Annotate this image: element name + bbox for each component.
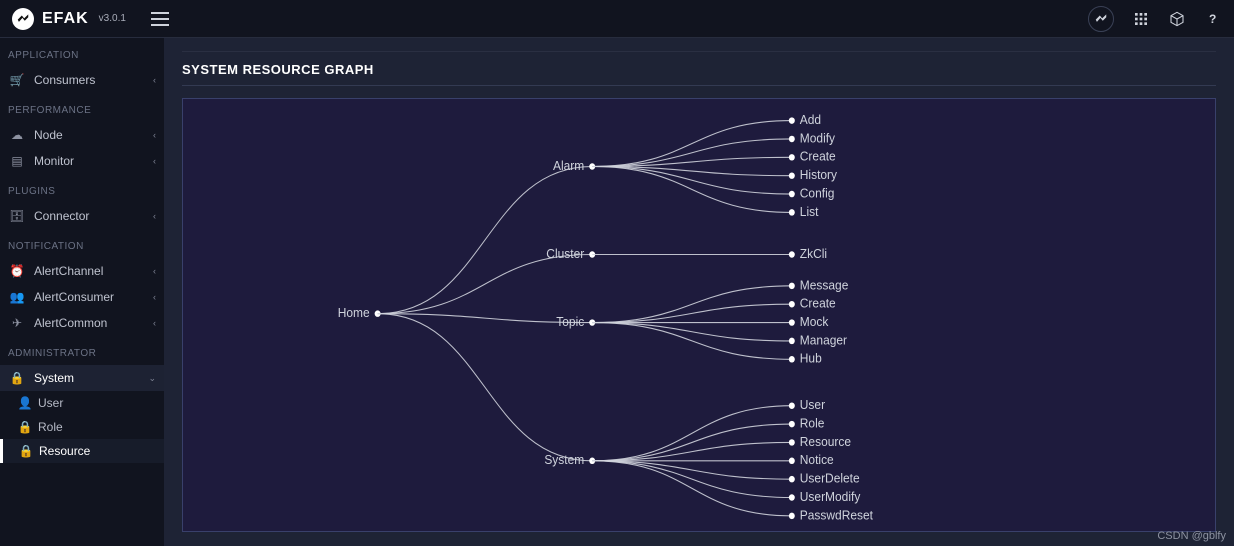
svg-text:Manager: Manager	[800, 333, 847, 348]
menu-label: AlertChannel	[34, 264, 103, 278]
sidebar-item-alertchannel[interactable]: ⏰ AlertChannel ‹	[0, 258, 164, 284]
card-title: SYSTEM RESOURCE GRAPH	[182, 62, 1216, 86]
svg-text:Create: Create	[800, 149, 836, 164]
menu-label: Node	[34, 128, 63, 142]
menu-label: Role	[38, 420, 63, 434]
menu-section: NOTIFICATION	[0, 229, 164, 258]
menu-section: APPLICATION	[0, 38, 164, 67]
menu-label: Connector	[34, 209, 89, 223]
sidebar-item-alertcommon[interactable]: ✈ AlertCommon ‹	[0, 310, 164, 336]
svg-text:Create: Create	[800, 296, 836, 311]
svg-text:User: User	[800, 398, 825, 413]
svg-text:UserDelete: UserDelete	[800, 471, 860, 486]
menu-section: ADMINISTRATOR	[0, 336, 164, 365]
menu-icon: ▤	[8, 154, 26, 168]
sidebar-item-monitor[interactable]: ▤ Monitor ‹	[0, 148, 164, 174]
menu-icon: 🛒	[8, 73, 26, 87]
grid-icon[interactable]	[1132, 10, 1150, 28]
sidebar-item-connector[interactable]: 🗄 Connector ‹	[0, 203, 164, 229]
menu-label: Resource	[39, 444, 90, 458]
svg-text:ZkCli: ZkCli	[800, 247, 827, 262]
svg-text:Topic: Topic	[556, 315, 584, 330]
menu-section: PERFORMANCE	[0, 93, 164, 122]
topbar-right: ?	[1088, 6, 1222, 32]
help-icon[interactable]: ?	[1204, 10, 1222, 28]
svg-text:Alarm: Alarm	[553, 158, 584, 173]
sidebar-item-system[interactable]: 🔒 System ⌄	[0, 365, 164, 391]
brand: EFAK v3.0.1	[12, 7, 172, 31]
brand-name: EFAK	[42, 10, 89, 28]
svg-text:Add: Add	[800, 113, 821, 128]
menu-icon: ⏰	[8, 264, 26, 278]
chevron-icon: ⌄	[148, 373, 156, 384]
svg-text:Mock: Mock	[800, 315, 829, 330]
resource-graph: Home Alarm Add Modify Create History Config Lis…	[183, 99, 1215, 531]
menu-label: System	[34, 371, 74, 385]
graph-card: SYSTEM RESOURCE GRAPH Home Alarm Add Modify…	[182, 62, 1216, 532]
sidebar-item-resource[interactable]: 🔒 Resource	[0, 439, 164, 463]
sidebar-item-consumers[interactable]: 🛒 Consumers ‹	[0, 67, 164, 93]
menu-icon: 👤	[18, 396, 32, 410]
box-icon[interactable]	[1168, 10, 1186, 28]
svg-text:Modify: Modify	[800, 131, 836, 146]
svg-text:Config: Config	[800, 186, 835, 201]
sidebar: APPLICATION🛒Consumers‹PERFORMANCE☁Node‹▤…	[0, 38, 164, 546]
svg-text:Role: Role	[800, 416, 825, 431]
svg-text:Message: Message	[800, 278, 849, 293]
svg-text:Cluster: Cluster	[546, 247, 584, 262]
svg-text:List: List	[800, 204, 819, 219]
menu-label: AlertCommon	[34, 316, 107, 330]
sidebar-toggle[interactable]	[148, 7, 172, 31]
sidebar-item-alertconsumer[interactable]: 👥 AlertConsumer ‹	[0, 284, 164, 310]
chevron-icon: ‹	[153, 318, 156, 328]
chevron-icon: ‹	[153, 292, 156, 302]
chevron-icon: ‹	[153, 266, 156, 276]
menu-icon: ☁	[8, 128, 26, 142]
svg-text:History: History	[800, 168, 838, 183]
chevron-icon: ‹	[153, 130, 156, 140]
menu-label: Monitor	[34, 154, 74, 168]
chevron-icon: ‹	[153, 75, 156, 85]
svg-text:PasswdReset: PasswdReset	[800, 508, 874, 523]
brand-logo	[12, 8, 34, 30]
menu-label: Consumers	[34, 73, 95, 87]
menu-icon: 🔒	[19, 444, 33, 458]
user-avatar[interactable]	[1088, 6, 1114, 32]
svg-text:Hub: Hub	[800, 351, 822, 366]
sidebar-item-node[interactable]: ☁ Node ‹	[0, 122, 164, 148]
menu-label: AlertConsumer	[34, 290, 114, 304]
svg-text:Home: Home	[338, 306, 370, 321]
brand-version: v3.0.1	[99, 13, 126, 24]
svg-text:Resource: Resource	[800, 434, 851, 449]
menu-icon: 👥	[8, 290, 26, 304]
chevron-icon: ‹	[153, 156, 156, 166]
footer-credit: CSDN @gblfy	[1157, 530, 1226, 542]
menu-icon: ✈	[8, 316, 26, 330]
svg-text:?: ?	[1209, 12, 1216, 26]
breadcrumb	[182, 38, 1216, 52]
menu-icon: 🗄	[8, 209, 26, 223]
menu-section: PLUGINS	[0, 174, 164, 203]
content: SYSTEM RESOURCE GRAPH Home Alarm Add Modify…	[164, 38, 1234, 546]
sidebar-item-role[interactable]: 🔒 Role	[0, 415, 164, 439]
svg-text:Notice: Notice	[800, 453, 834, 468]
chevron-icon: ‹	[153, 211, 156, 221]
sidebar-item-user[interactable]: 👤 User	[0, 391, 164, 415]
topbar: EFAK v3.0.1 ?	[0, 0, 1234, 38]
svg-text:System: System	[544, 453, 584, 468]
menu-label: User	[38, 396, 63, 410]
menu-icon: 🔒	[8, 371, 26, 385]
menu-icon: 🔒	[18, 420, 32, 434]
svg-text:UserModify: UserModify	[800, 490, 861, 505]
graph-frame[interactable]: Home Alarm Add Modify Create History Config Lis…	[182, 98, 1216, 532]
